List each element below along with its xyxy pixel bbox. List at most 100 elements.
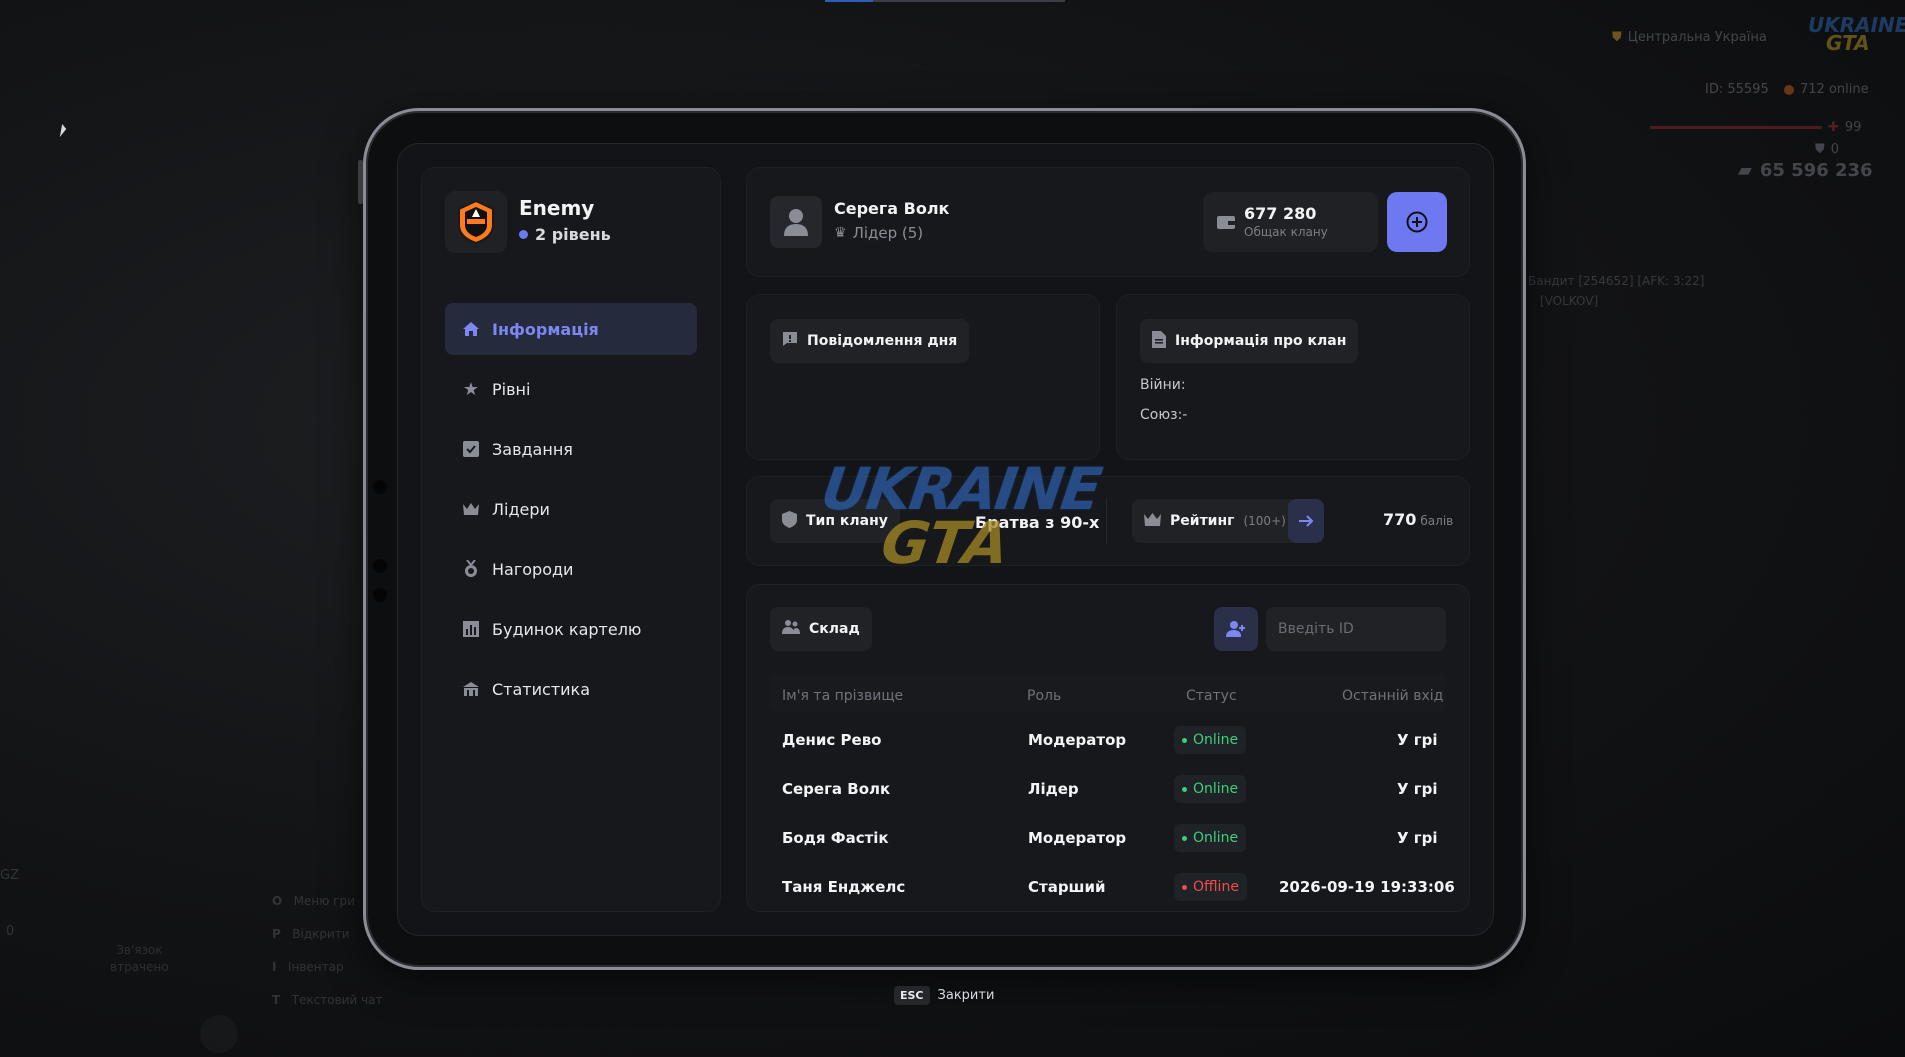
avatar xyxy=(770,196,822,248)
nav-item-awards[interactable]: Нагороди xyxy=(445,543,697,595)
document-icon xyxy=(1152,330,1166,352)
member-name: Бодя Фастік xyxy=(782,829,889,847)
motd-chip: Повідомлення дня xyxy=(770,319,970,363)
hotkey-item: T Текстовий чат xyxy=(272,993,383,1007)
nav-item-leaders[interactable]: Лідери xyxy=(445,483,697,535)
crown-icon xyxy=(462,500,480,518)
member-last-login: У грі xyxy=(1397,780,1438,798)
nav-item-cartel-house[interactable]: Будинок картелю xyxy=(445,603,697,655)
clan-logo xyxy=(445,191,507,253)
tablet-sensor xyxy=(373,559,387,573)
member-role: Модератор xyxy=(1028,731,1127,749)
member-name: Серега Волк xyxy=(782,780,891,798)
armor-icon: ⛊ xyxy=(1815,142,1825,157)
warehouse-button[interactable]: Склад xyxy=(770,607,872,651)
status-dot-icon xyxy=(1182,737,1187,743)
esc-key: ESC xyxy=(894,986,930,1005)
member-role: Старший xyxy=(1028,878,1106,896)
col-header-name: Ім'я та прізвище xyxy=(782,688,904,704)
col-header-status: Статус xyxy=(1186,688,1237,704)
add-user-icon xyxy=(1226,621,1245,637)
nav-item-tasks[interactable]: Завдання xyxy=(445,423,697,475)
plus-circle-icon xyxy=(1406,211,1428,233)
hud-health: ✚ 99 xyxy=(1828,120,1862,135)
bank-amount: 677 280 xyxy=(1244,204,1317,223)
hud-online: 712 online xyxy=(1784,82,1869,97)
wallet-icon xyxy=(1217,214,1235,234)
bank-box: 677 280 Общак клану xyxy=(1203,192,1378,252)
arrow-right-icon xyxy=(1299,515,1314,527)
nav-item-info[interactable]: Інформація xyxy=(445,303,697,355)
close-label: Закрити xyxy=(937,988,995,1003)
checkbox-icon xyxy=(462,440,480,458)
watermark-logo: UKRAINE GTA xyxy=(817,455,1105,577)
nav-item-levels[interactable]: ★ Рівні xyxy=(445,363,697,415)
home-icon xyxy=(462,320,480,338)
member-last-login: У грі xyxy=(1397,829,1438,847)
member-last-login: У грі xyxy=(1397,731,1438,749)
member-name: Денис Рево xyxy=(782,731,882,749)
hud-left-gz: GZ xyxy=(0,868,19,883)
deposit-button[interactable] xyxy=(1387,192,1447,252)
crown-icon xyxy=(1144,512,1161,531)
shakhtar-emblem-icon xyxy=(458,199,494,245)
hud-logo: UKRAINE GTA xyxy=(1808,13,1905,55)
hud-money: ▰ 65 596 236 xyxy=(1738,160,1873,181)
hud-id: ID: 55595 xyxy=(1705,82,1769,97)
tablet-side-button xyxy=(358,160,363,204)
clan-name: Enemy xyxy=(519,196,595,220)
money-icon: ▰ xyxy=(1738,160,1752,181)
user-role: ♛ Лідер (5) xyxy=(834,224,924,242)
shield-icon xyxy=(782,510,797,532)
user-icon xyxy=(784,209,808,236)
status-badge: Online xyxy=(1174,824,1247,852)
close-hint[interactable]: ESC Закрити xyxy=(894,986,994,1005)
status-badge: Online xyxy=(1174,775,1247,803)
online-icon xyxy=(1784,84,1794,95)
panel-divider xyxy=(1106,498,1107,544)
stats-icon xyxy=(462,680,480,698)
hud-region: ⛊ Центральна Україна xyxy=(1612,30,1767,45)
cursor-icon xyxy=(59,124,68,137)
rating-points: 770 балів xyxy=(1383,510,1454,529)
health-bar xyxy=(1650,126,1822,129)
invite-member-button[interactable] xyxy=(1214,607,1258,651)
star-icon: ★ xyxy=(462,378,480,400)
health-icon: ✚ xyxy=(1828,120,1839,135)
voice-status: Зв'язок втрачено xyxy=(110,943,169,974)
top-progress-segment xyxy=(825,0,873,2)
rank-icon: ♛ xyxy=(834,225,847,241)
microphone-icon xyxy=(200,1015,238,1053)
medal-icon xyxy=(462,560,480,578)
member-last-login: 2026-09-19 19:33:06 xyxy=(1279,878,1455,896)
bank-label: Общак клану xyxy=(1244,225,1328,239)
rating-chip: Рейтинг (100+) xyxy=(1132,499,1298,543)
member-role: Лідер xyxy=(1028,780,1079,798)
tablet-sensor xyxy=(373,588,387,602)
status-dot-icon xyxy=(1182,786,1187,792)
rating-open-button[interactable] xyxy=(1288,499,1324,543)
user-name: Серега Волк xyxy=(834,199,950,218)
status-dot-icon xyxy=(1182,884,1187,890)
member-id-input[interactable] xyxy=(1266,607,1446,651)
nav-item-statistics[interactable]: Статистика xyxy=(445,663,697,715)
status-badge: Online xyxy=(1174,726,1247,754)
status-dot-icon xyxy=(1182,835,1187,841)
wars-label: Війни: xyxy=(1140,377,1186,393)
col-header-last-login: Останній вхід xyxy=(1342,688,1444,704)
message-icon xyxy=(782,331,798,351)
shield-icon: ⛊ xyxy=(1612,30,1622,45)
sidebar xyxy=(421,167,721,912)
status-badge: Offline xyxy=(1174,873,1247,901)
tablet-camera xyxy=(373,480,387,494)
top-progress-track xyxy=(873,0,1065,2)
hud-armor: ⛊ 0 xyxy=(1815,142,1840,157)
member-role: Модератор xyxy=(1028,829,1127,847)
col-header-role: Роль xyxy=(1027,688,1062,704)
player-tag-clan: [VOLKOV] xyxy=(1540,294,1599,308)
clan-level: 2 рівень xyxy=(519,225,611,244)
union-label: Союз:- xyxy=(1140,407,1188,423)
level-dot-icon xyxy=(519,230,528,239)
player-tag: Бандит [254652] [AFK: 3:22] xyxy=(1528,274,1705,288)
clan-info-chip: Інформація про клан xyxy=(1140,319,1359,363)
